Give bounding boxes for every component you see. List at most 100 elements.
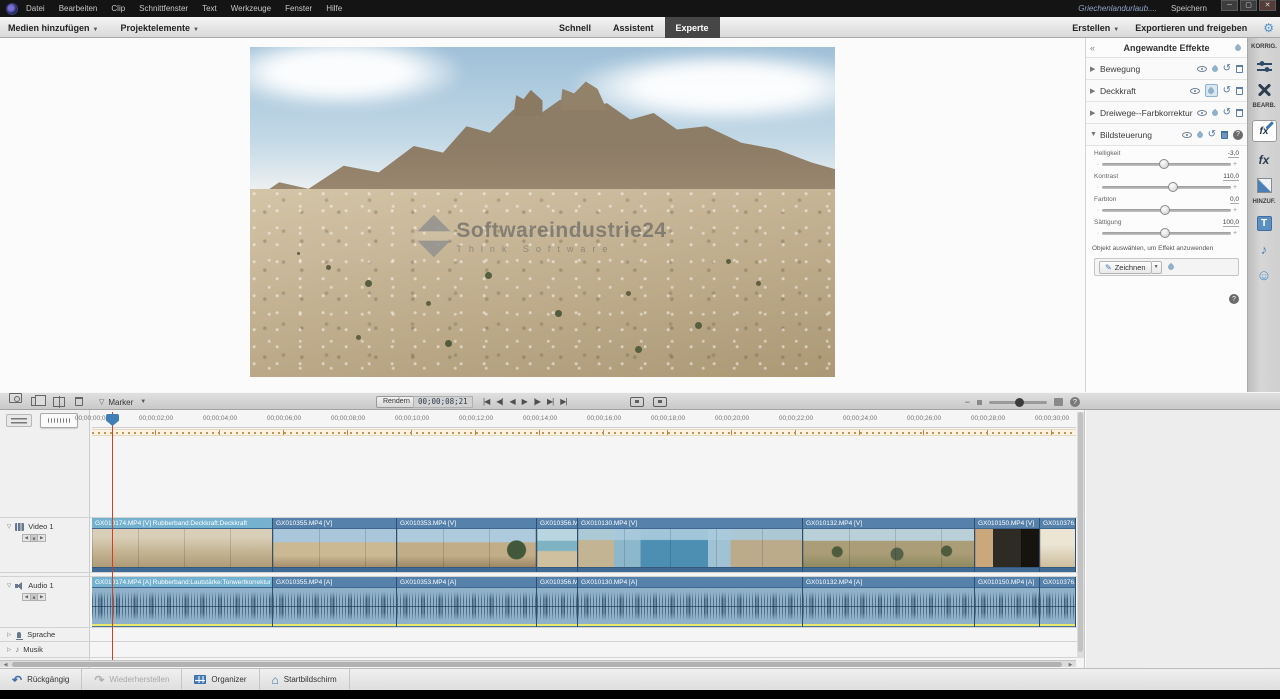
video-clip[interactable]: GX010150.MP4 [V]	[975, 518, 1040, 572]
slider-track[interactable]	[1102, 163, 1231, 166]
slider-thumb[interactable]	[1159, 159, 1169, 169]
add-media-button[interactable]: Medien hinzufügen▼	[8, 23, 98, 33]
play-button[interactable]: ▶	[522, 398, 527, 406]
track-options-icon[interactable]: ▽	[7, 583, 11, 589]
volume-rubberband[interactable]	[578, 624, 802, 627]
collapse-icon[interactable]: ▼	[1090, 131, 1100, 138]
slider-thumb[interactable]	[1160, 228, 1170, 238]
audio-clip[interactable]: GX010353.MP4 [A]	[397, 577, 537, 627]
minimize-button[interactable]: ─	[1221, 0, 1238, 11]
volume-rubberband[interactable]	[273, 624, 396, 627]
time-ruler[interactable]: 00;00;00;0000;00;02;0000;00;04;0000;00;0…	[92, 412, 1076, 428]
video-preview-monitor[interactable]: Softwareindustrie24 Think Software	[250, 47, 835, 377]
volume-rubberband[interactable]	[1040, 624, 1075, 627]
effect-row-deckkraft[interactable]: ▶Deckkraft↺	[1086, 80, 1247, 102]
visibility-eye-icon[interactable]	[1197, 110, 1207, 116]
video-clip[interactable]: GX010174.MP4 [V] Rubberband:Deckkraft:De…	[92, 518, 273, 572]
duplicate-icon[interactable]	[31, 397, 40, 406]
menu-item-schnittfenster[interactable]: Schnittfenster	[139, 4, 188, 13]
frame-forward-button[interactable]: |▶	[534, 398, 540, 406]
video-clip[interactable]: GX010132.MP4 [V]	[803, 518, 975, 572]
home-screen-button[interactable]: ⌂ Startbildschirm	[260, 669, 350, 690]
scroll-right-icon[interactable]: ▶	[1065, 661, 1076, 668]
audio-clip[interactable]: GX010130.MP4 [A]	[578, 577, 803, 627]
slider-track[interactable]	[1102, 209, 1231, 212]
help-icon[interactable]: ?	[1070, 397, 1080, 407]
vertical-scrollbar[interactable]	[1077, 412, 1084, 658]
zoom-slider[interactable]	[989, 401, 1047, 404]
visibility-eye-icon[interactable]	[1182, 132, 1192, 138]
expand-track-icon[interactable]: ▷	[7, 632, 11, 638]
audio-clip[interactable]: GX010355.MP4 [A]	[273, 577, 397, 627]
vertical-scrollbar-thumb[interactable]	[1078, 412, 1083, 652]
track-height-stepper[interactable]: ◀■▶	[22, 593, 46, 601]
expand-icon[interactable]: ▶	[1090, 65, 1100, 73]
go-to-end-button[interactable]: ▶|	[560, 398, 566, 406]
organizer-button[interactable]: Organizer	[182, 669, 259, 690]
effects-button[interactable]: fx	[1259, 153, 1270, 167]
trash-icon[interactable]	[1236, 109, 1243, 117]
slider-value[interactable]: -3,0	[1228, 150, 1239, 158]
menu-item-hilfe[interactable]: Hilfe	[326, 4, 342, 13]
create-button[interactable]: Erstellen▼	[1072, 23, 1119, 33]
droplet-active-box[interactable]	[1205, 84, 1218, 97]
volume-rubberband[interactable]	[397, 624, 536, 627]
volume-rubberband[interactable]	[975, 624, 1039, 627]
menu-item-text[interactable]: Text	[202, 4, 217, 13]
slider-track[interactable]	[1102, 232, 1231, 235]
zoom-out-icon[interactable]: −	[965, 397, 970, 407]
horizontal-scrollbar-thumb[interactable]	[12, 662, 1062, 667]
next-clip-button[interactable]: ▶|	[547, 398, 553, 406]
slider-value[interactable]: 0,0	[1230, 196, 1239, 204]
video-clip[interactable]: GX010355.MP4 [V]	[273, 518, 397, 572]
timecode-display[interactable]: 00;00;08;21	[413, 396, 473, 408]
adjustments-button[interactable]	[1257, 61, 1272, 72]
menu-item-bearbeiten[interactable]: Bearbeiten	[59, 4, 98, 13]
render-button[interactable]: Rendern	[376, 396, 417, 408]
audio-clip[interactable]: GX010150.MP4 [A]	[975, 577, 1040, 627]
maximize-button[interactable]: ▢	[1240, 0, 1257, 11]
droplet-icon[interactable]	[1195, 130, 1203, 138]
second-monitor-icon[interactable]	[653, 397, 667, 407]
reset-icon[interactable]: ↺	[1223, 108, 1231, 118]
help-icon[interactable]: ?	[1233, 130, 1243, 140]
undo-button[interactable]: ↶ Rückgängig	[0, 669, 82, 690]
expand-icon[interactable]: ▶	[1090, 87, 1100, 95]
graphics-button[interactable]: ☺	[1256, 268, 1271, 283]
frame-back-button[interactable]: ◀	[509, 398, 514, 406]
tab-experte[interactable]: Experte	[665, 17, 720, 38]
visibility-eye-icon[interactable]	[1190, 88, 1200, 94]
trash-icon[interactable]	[1236, 87, 1243, 95]
audio-clip[interactable]: GX010174.MP4 [A] Rubberband:Lautstärke:T…	[92, 577, 273, 627]
track-height-stepper[interactable]: ◀■▶	[22, 534, 46, 542]
reset-icon[interactable]: ↺	[1208, 130, 1216, 140]
effect-row-dreiwege-farbkorrektur[interactable]: ▶Dreiwege--Farbkorrektur↺	[1086, 102, 1247, 124]
zoom-slider-thumb[interactable]	[1015, 398, 1024, 407]
tools-button[interactable]	[1257, 83, 1271, 97]
droplet-icon[interactable]	[1210, 108, 1218, 116]
tab-schnell[interactable]: Schnell	[548, 17, 602, 38]
draw-dropdown-arrow[interactable]: ▼	[1152, 261, 1162, 274]
delete-icon[interactable]	[75, 397, 83, 406]
visibility-eye-icon[interactable]	[1197, 66, 1207, 72]
export-share-button[interactable]: Exportieren und freigeben	[1135, 23, 1247, 33]
titles-button[interactable]: T	[1257, 216, 1272, 231]
video-clip[interactable]: GX010353.MP4 [V]	[397, 518, 537, 572]
audio-clip[interactable]: GX010376.MP4	[1040, 577, 1076, 627]
audio-view-button[interactable]	[40, 413, 78, 428]
gear-icon[interactable]: ⚙	[1263, 21, 1274, 35]
slider-track[interactable]	[1102, 186, 1231, 189]
menu-item-fenster[interactable]: Fenster	[285, 4, 312, 13]
help-icon[interactable]: ?	[1229, 294, 1239, 304]
save-button[interactable]: Speichern	[1171, 4, 1207, 13]
audio-clip[interactable]: GX010132.MP4 [A]	[803, 577, 975, 627]
music-button[interactable]: ♪	[1261, 242, 1268, 257]
marker-dropdown[interactable]: ▽ Marker ▼	[99, 393, 146, 411]
snapshot-icon[interactable]	[9, 393, 22, 403]
menu-item-werkzeuge[interactable]: Werkzeuge	[231, 4, 271, 13]
droplet-icon[interactable]	[1210, 64, 1218, 72]
zoom-fit-icon[interactable]	[1054, 398, 1063, 406]
effect-row-bildsteuerung[interactable]: ▼Bildsteuerung↺?	[1086, 124, 1247, 146]
audio-clip[interactable]: GX010356.MP4	[537, 577, 578, 627]
video-clip[interactable]: GX010376.MP4	[1040, 518, 1076, 572]
